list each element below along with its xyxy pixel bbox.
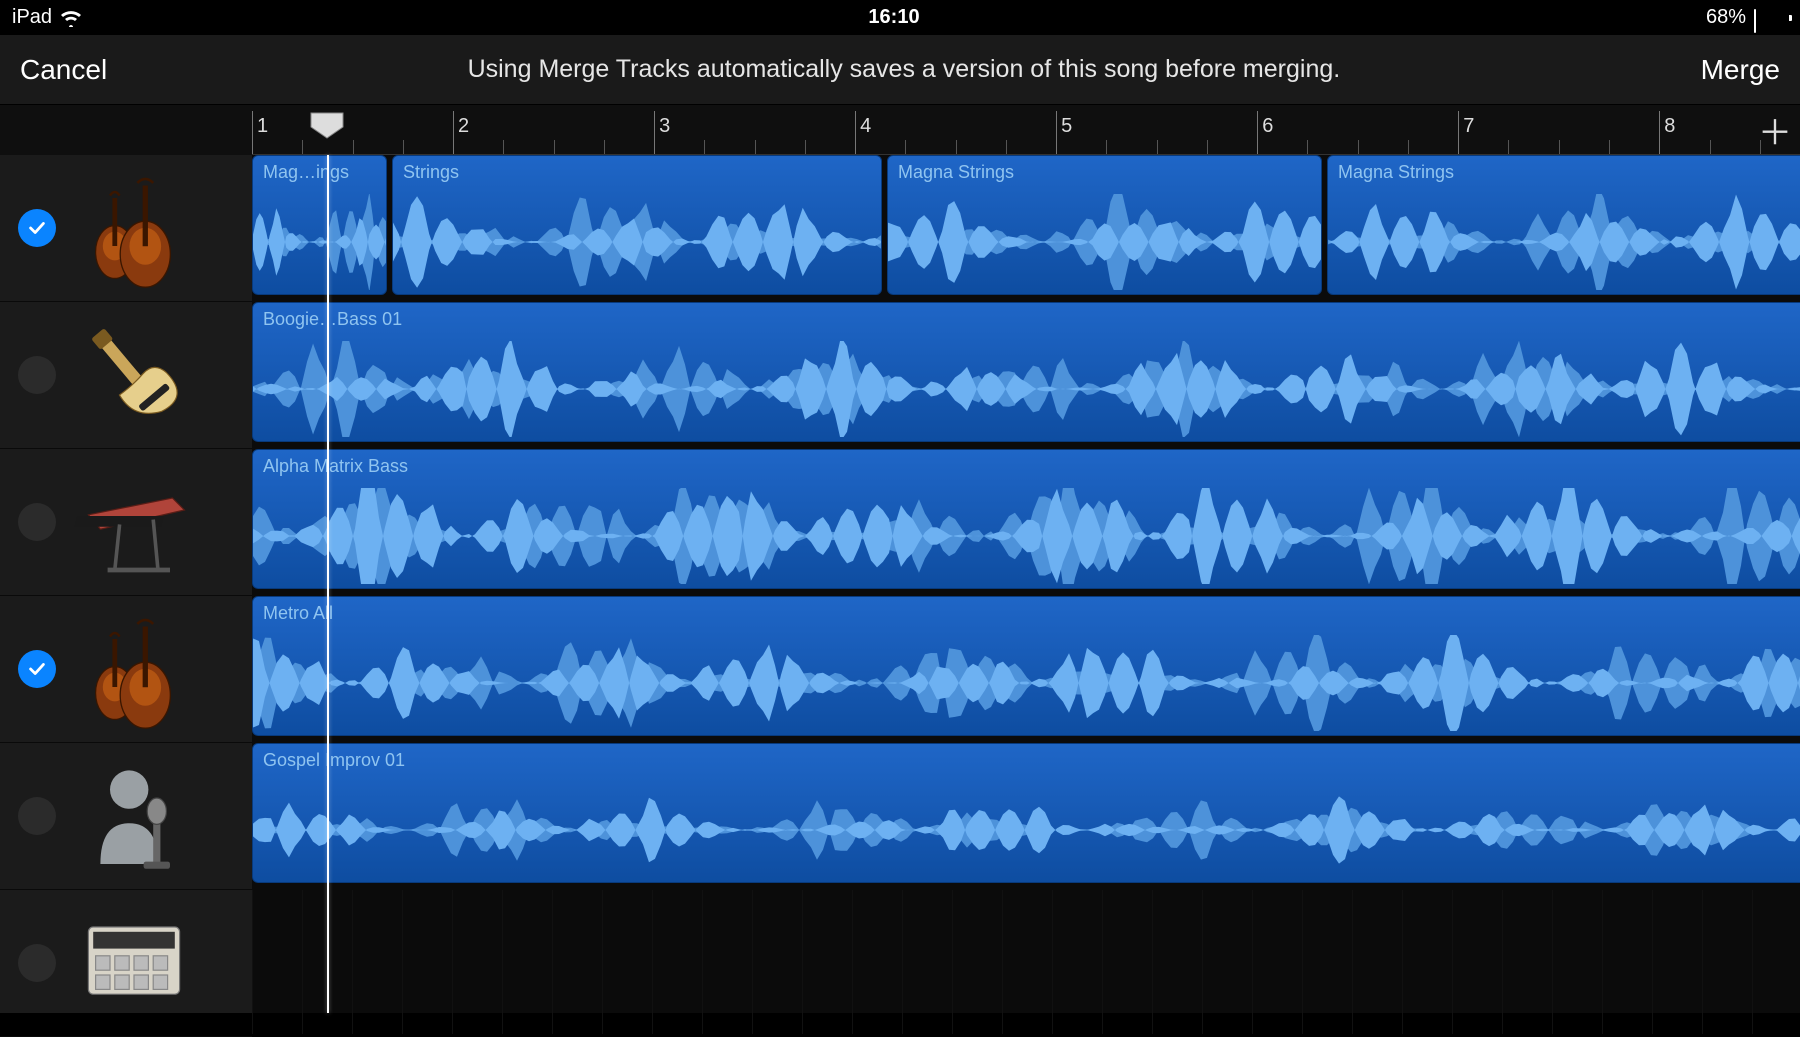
audio-clip[interactable]: Metro All bbox=[252, 596, 1800, 736]
ruler-bar-number: 2 bbox=[458, 115, 469, 138]
timeline[interactable]: Mag…ings Strings Magna Strings Magna String… bbox=[252, 155, 1800, 1013]
cancel-button[interactable]: Cancel bbox=[20, 54, 107, 86]
waveform bbox=[253, 194, 386, 290]
clip-label: Magna Strings bbox=[898, 162, 1014, 183]
merge-header: Cancel Using Merge Tracks automatically … bbox=[0, 35, 1800, 105]
audio-clip[interactable]: Magna Strings bbox=[1327, 155, 1800, 295]
track-lane[interactable]: Alpha Matrix Bass bbox=[252, 449, 1800, 593]
ruler-bar-number: 7 bbox=[1463, 115, 1474, 138]
track-header[interactable] bbox=[0, 890, 252, 1037]
ruler-row: ＋ 1 2 3 4 5 6 7 8 bbox=[0, 105, 1800, 155]
audio-clip[interactable]: Boogie…Bass 01 bbox=[252, 302, 1800, 442]
playhead[interactable] bbox=[309, 111, 345, 139]
clip-label: Alpha Matrix Bass bbox=[263, 456, 408, 477]
tracks-area: Mag…ings Strings Magna Strings Magna String… bbox=[0, 155, 1800, 1013]
track-select-checkbox[interactable] bbox=[18, 356, 56, 394]
ruler-bar-number: 3 bbox=[659, 115, 670, 138]
track-lane[interactable]: Gospel Improv 01 bbox=[252, 743, 1800, 887]
battery-pct: 68% bbox=[1706, 6, 1746, 29]
track-select-checkbox[interactable] bbox=[18, 209, 56, 247]
ruler[interactable]: ＋ 1 2 3 4 5 6 7 8 bbox=[252, 105, 1800, 155]
ruler-bar: 3 bbox=[654, 111, 655, 154]
battery-icon bbox=[1754, 10, 1788, 26]
strings-icon bbox=[74, 609, 194, 729]
drum-machine-icon bbox=[74, 903, 194, 1023]
tracks-gutter bbox=[0, 155, 252, 1013]
audio-clip[interactable]: Strings bbox=[392, 155, 882, 295]
waveform bbox=[253, 341, 1800, 437]
clip-label: Strings bbox=[403, 162, 459, 183]
device-name: iPad bbox=[12, 6, 52, 29]
audio-clip[interactable]: Gospel Improv 01 bbox=[252, 743, 1800, 883]
ruler-bar: 5 bbox=[1056, 111, 1057, 154]
status-bar: iPad 16:10 68% bbox=[0, 0, 1800, 35]
bass-guitar-icon bbox=[74, 315, 194, 435]
audio-clip[interactable]: Mag…ings bbox=[252, 155, 387, 295]
waveform bbox=[253, 635, 1800, 731]
ruler-bar-number: 6 bbox=[1262, 115, 1273, 138]
track-header[interactable] bbox=[0, 302, 252, 449]
wifi-icon bbox=[60, 10, 82, 26]
track-select-checkbox[interactable] bbox=[18, 503, 56, 541]
track-header[interactable] bbox=[0, 449, 252, 596]
status-clock: 16:10 bbox=[868, 6, 919, 29]
clip-label: Magna Strings bbox=[1338, 162, 1454, 183]
strings-icon bbox=[74, 168, 194, 288]
track-select-checkbox[interactable] bbox=[18, 650, 56, 688]
waveform bbox=[253, 782, 1800, 878]
ruler-bar: 2 bbox=[453, 111, 454, 154]
ruler-bar-number: 8 bbox=[1664, 115, 1675, 138]
waveform bbox=[888, 194, 1321, 290]
waveform bbox=[1328, 194, 1800, 290]
ruler-bar: 6 bbox=[1257, 111, 1258, 154]
track-lane[interactable] bbox=[252, 890, 1800, 1034]
clip-label: Boogie…Bass 01 bbox=[263, 309, 402, 330]
ruler-bar-number: 5 bbox=[1061, 115, 1072, 138]
audio-clip[interactable]: Alpha Matrix Bass bbox=[252, 449, 1800, 589]
ruler-bar-number: 1 bbox=[257, 115, 268, 138]
ruler-bar: 8 bbox=[1659, 111, 1660, 154]
clip-label: Gospel Improv 01 bbox=[263, 750, 405, 771]
track-select-checkbox[interactable] bbox=[18, 944, 56, 982]
merge-message: Using Merge Tracks automatically saves a… bbox=[468, 55, 1341, 84]
merge-button[interactable]: Merge bbox=[1701, 54, 1780, 86]
ruler-bar: 4 bbox=[855, 111, 856, 154]
track-select-checkbox[interactable] bbox=[18, 797, 56, 835]
waveform bbox=[253, 488, 1800, 584]
track-header[interactable] bbox=[0, 155, 252, 302]
track-header[interactable] bbox=[0, 596, 252, 743]
audio-clip[interactable]: Magna Strings bbox=[887, 155, 1322, 295]
track-lane[interactable]: Metro All bbox=[252, 596, 1800, 740]
ruler-bar-number: 4 bbox=[860, 115, 871, 138]
vocal-icon bbox=[74, 756, 194, 876]
ruler-bar: 1 bbox=[252, 111, 253, 154]
add-section-button[interactable]: ＋ bbox=[1758, 105, 1792, 154]
track-header[interactable] bbox=[0, 743, 252, 890]
waveform bbox=[393, 194, 881, 290]
clip-label: Mag…ings bbox=[263, 162, 349, 183]
keyboard-icon bbox=[74, 462, 194, 582]
track-lane[interactable]: Mag…ings Strings Magna Strings Magna String… bbox=[252, 155, 1800, 299]
track-lane[interactable]: Boogie…Bass 01 bbox=[252, 302, 1800, 446]
ruler-bar: 7 bbox=[1458, 111, 1459, 154]
clip-label: Metro All bbox=[263, 603, 333, 624]
